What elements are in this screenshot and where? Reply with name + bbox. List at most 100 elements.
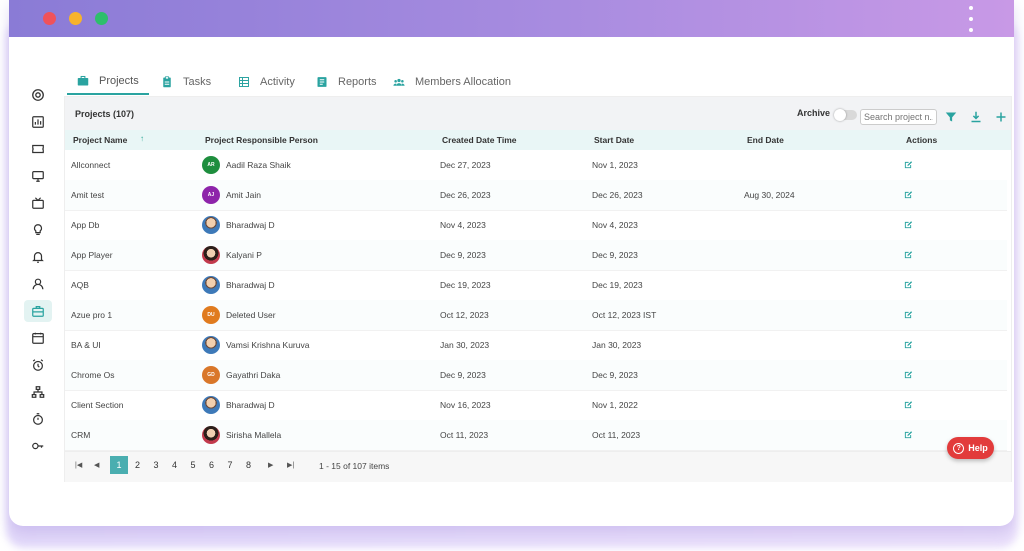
tab-reports[interactable]: Reports — [316, 68, 377, 95]
question-icon: ? — [953, 442, 965, 454]
page-number-3[interactable]: 3 — [147, 456, 165, 474]
page-number-1[interactable]: 1 — [110, 456, 128, 474]
tab-members-allocation[interactable]: Members Allocation — [393, 68, 511, 95]
project-name-cell[interactable]: App Player — [71, 250, 113, 260]
close-window-button[interactable] — [43, 12, 56, 25]
sidebar-tv-icon[interactable] — [24, 192, 52, 214]
help-button[interactable]: ? Help — [947, 437, 994, 459]
help-label: Help — [968, 443, 988, 453]
project-name-cell[interactable]: Chrome Os — [71, 370, 114, 380]
start-date-cell: Nov 1, 2022 — [592, 400, 638, 410]
edit-icon[interactable] — [903, 430, 913, 440]
table-row[interactable]: Allconnect AR Aadil Raza Shaik Dec 27, 2023… — [65, 150, 1007, 181]
person-name: Bharadwaj D — [226, 400, 275, 410]
created-date-cell: Dec 27, 2023 — [440, 160, 491, 170]
page-number-5[interactable]: 5 — [184, 456, 202, 474]
project-name-cell[interactable]: App Db — [71, 220, 99, 230]
sidebar-projects-icon[interactable] — [24, 300, 52, 322]
person-name: Gayathri Daka — [226, 370, 281, 380]
table-row[interactable]: Client Section Bharadwaj D Nov 16, 2023 Nov… — [65, 390, 1007, 421]
group-icon — [393, 78, 405, 86]
search-input[interactable] — [860, 109, 937, 125]
sidebar-user-icon[interactable] — [24, 273, 52, 295]
page-number-2[interactable]: 2 — [129, 456, 147, 474]
sort-ascending-icon[interactable]: ↑ — [140, 134, 144, 143]
tab-label: Projects — [99, 74, 139, 87]
column-header-responsible-person[interactable]: Project Responsible Person — [205, 135, 318, 145]
first-page-icon[interactable]: |◀ — [75, 461, 82, 469]
pagination-bar: |◀ ◀ 12345678 ▶ ▶| 1 - 15 of 107 items — [65, 451, 1011, 482]
responsible-person: Sirisha Mallela — [202, 424, 281, 446]
edit-icon[interactable] — [903, 400, 913, 410]
page-number-7[interactable]: 7 — [221, 456, 239, 474]
created-date-cell: Nov 16, 2023 — [440, 400, 491, 410]
minimize-window-button[interactable] — [69, 12, 82, 25]
sidebar-bell-icon[interactable] — [24, 246, 52, 268]
created-date-cell: Jan 30, 2023 — [440, 340, 490, 350]
start-date-cell: Jan 30, 2023 — [592, 340, 642, 350]
add-icon[interactable] — [995, 111, 1007, 123]
person-name: Sirisha Mallela — [226, 430, 282, 440]
project-name-cell[interactable]: CRM — [71, 430, 90, 440]
table-row[interactable]: BA & UI Vamsi Krishna Kuruva Jan 30, 2023 J… — [65, 330, 1007, 361]
table-row[interactable]: Chrome Os GD Gayathri Daka Dec 9, 2023 Dec 9… — [65, 360, 1007, 391]
tab-label: Tasks — [183, 75, 212, 88]
responsible-person: Kalyani P — [202, 244, 262, 266]
responsible-person: Bharadwaj D — [202, 394, 275, 416]
avatar — [202, 396, 220, 414]
sidebar-chart-icon[interactable] — [24, 111, 52, 133]
table-row[interactable]: CRM Sirisha Mallela Oct 11, 2023 Oct 11, 20… — [65, 420, 1007, 451]
page-number-4[interactable]: 4 — [166, 456, 184, 474]
panel-title: Projects (107) — [75, 109, 135, 119]
sidebar-lightbulb-icon[interactable] — [24, 219, 52, 241]
edit-icon[interactable] — [903, 190, 913, 200]
project-name-cell[interactable]: BA & UI — [71, 340, 101, 350]
sidebar-dashboard-icon[interactable] — [24, 84, 52, 106]
sidebar-monitor-icon[interactable] — [24, 165, 52, 187]
table-header: Project Name ↑ Project Responsible Perso… — [65, 130, 1011, 150]
sidebar-ticket-icon[interactable] — [24, 138, 52, 160]
column-header-created-date[interactable]: Created Date Time — [442, 135, 516, 145]
sidebar-key-icon[interactable] — [24, 435, 52, 457]
download-icon[interactable] — [970, 111, 982, 123]
next-page-icon[interactable]: ▶ — [268, 461, 273, 469]
last-page-icon[interactable]: ▶| — [287, 461, 294, 469]
previous-page-icon[interactable]: ◀ — [94, 461, 99, 469]
sidebar-alarm-icon[interactable] — [24, 354, 52, 376]
project-name-cell[interactable]: AQB — [71, 280, 89, 290]
created-date-cell: Dec 9, 2023 — [440, 250, 486, 260]
more-options-icon[interactable] — [968, 6, 974, 32]
filter-icon[interactable] — [945, 111, 957, 123]
column-header-project-name[interactable]: Project Name — [73, 135, 127, 145]
start-date-cell: Oct 12, 2023 IST — [592, 310, 657, 320]
table-row[interactable]: Amit test AJ Amit Jain Dec 26, 2023 Dec 26, … — [65, 180, 1007, 211]
edit-icon[interactable] — [903, 340, 913, 350]
edit-icon[interactable] — [903, 310, 913, 320]
tab-projects[interactable]: Projects — [67, 68, 149, 95]
project-name-cell[interactable]: Azue pro 1 — [71, 310, 112, 320]
sidebar-timer-icon[interactable] — [24, 408, 52, 430]
column-header-start-date[interactable]: Start Date — [594, 135, 634, 145]
table-row[interactable]: AQB Bharadwaj D Dec 19, 2023 Dec 19, 2023 — [65, 270, 1007, 301]
edit-icon[interactable] — [903, 280, 913, 290]
edit-icon[interactable] — [903, 370, 913, 380]
maximize-window-button[interactable] — [95, 12, 108, 25]
table-row[interactable]: App Player Kalyani P Dec 9, 2023 Dec 9, 202… — [65, 240, 1007, 271]
table-row[interactable]: Azue pro 1 DU Deleted User Oct 12, 2023 Oct … — [65, 300, 1007, 331]
tab-activity[interactable]: Activity — [238, 68, 295, 95]
created-date-cell: Dec 26, 2023 — [440, 190, 491, 200]
column-header-end-date[interactable]: End Date — [747, 135, 784, 145]
edit-icon[interactable] — [903, 160, 913, 170]
edit-icon[interactable] — [903, 220, 913, 230]
page-number-6[interactable]: 6 — [203, 456, 221, 474]
edit-icon[interactable] — [903, 250, 913, 260]
sidebar-calendar-icon[interactable] — [24, 327, 52, 349]
project-name-cell[interactable]: Allconnect — [71, 160, 110, 170]
project-name-cell[interactable]: Amit test — [71, 190, 104, 200]
tab-tasks[interactable]: Tasks — [161, 68, 211, 95]
table-row[interactable]: App Db Bharadwaj D Nov 4, 2023 Nov 4, 2023 — [65, 210, 1007, 241]
page-number-8[interactable]: 8 — [240, 456, 258, 474]
sidebar-hierarchy-icon[interactable] — [24, 381, 52, 403]
archive-toggle[interactable] — [834, 109, 857, 121]
project-name-cell[interactable]: Client Section — [71, 400, 123, 410]
